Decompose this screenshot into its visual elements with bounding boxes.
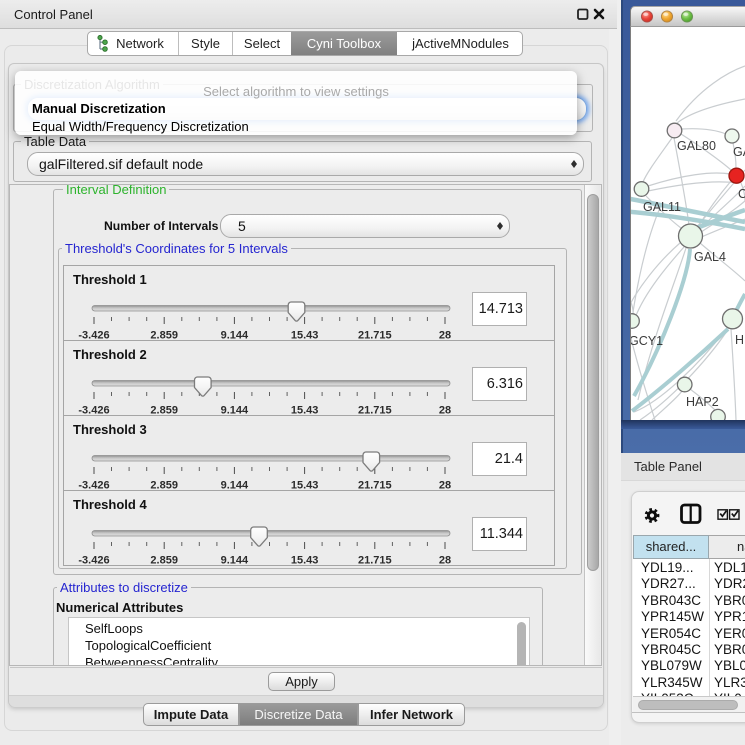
svg-text:9.144: 9.144 (221, 330, 249, 341)
svg-text:2.859: 2.859 (150, 330, 178, 341)
svg-text:28: 28 (439, 330, 451, 341)
svg-text:15.43: 15.43 (291, 405, 319, 416)
svg-text:15.43: 15.43 (291, 330, 319, 341)
svg-text:-3.426: -3.426 (78, 480, 109, 491)
svg-text:21.715: 21.715 (358, 480, 392, 491)
svg-text:15.43: 15.43 (291, 555, 319, 566)
svg-text:21.715: 21.715 (358, 405, 392, 416)
svg-text:GAL80: GAL80 (677, 139, 716, 153)
svg-text:GAL4: GAL4 (694, 250, 726, 264)
svg-text:28: 28 (439, 405, 451, 416)
svg-text:GAL11: GAL11 (643, 200, 681, 214)
svg-text:HAP2: HAP2 (686, 395, 719, 409)
svg-text:GA: GA (733, 145, 745, 159)
svg-text:9.144: 9.144 (221, 405, 249, 416)
svg-text:2.859: 2.859 (150, 405, 178, 416)
svg-text:21.715: 21.715 (358, 555, 392, 566)
svg-text:15.43: 15.43 (291, 480, 319, 491)
svg-text:9.144: 9.144 (221, 480, 249, 491)
svg-text:28: 28 (439, 555, 451, 566)
svg-text:2.859: 2.859 (150, 480, 178, 491)
svg-text:-3.426: -3.426 (78, 330, 109, 341)
svg-text:2.859: 2.859 (150, 555, 178, 566)
svg-text:C: C (738, 187, 745, 201)
svg-text:H: H (735, 333, 744, 347)
svg-text:21.715: 21.715 (358, 330, 392, 341)
svg-text:-3.426: -3.426 (78, 555, 109, 566)
svg-text:GCY1: GCY1 (631, 334, 663, 348)
svg-text:28: 28 (439, 480, 451, 491)
svg-text:-3.426: -3.426 (78, 405, 109, 416)
svg-text:9.144: 9.144 (221, 555, 249, 566)
